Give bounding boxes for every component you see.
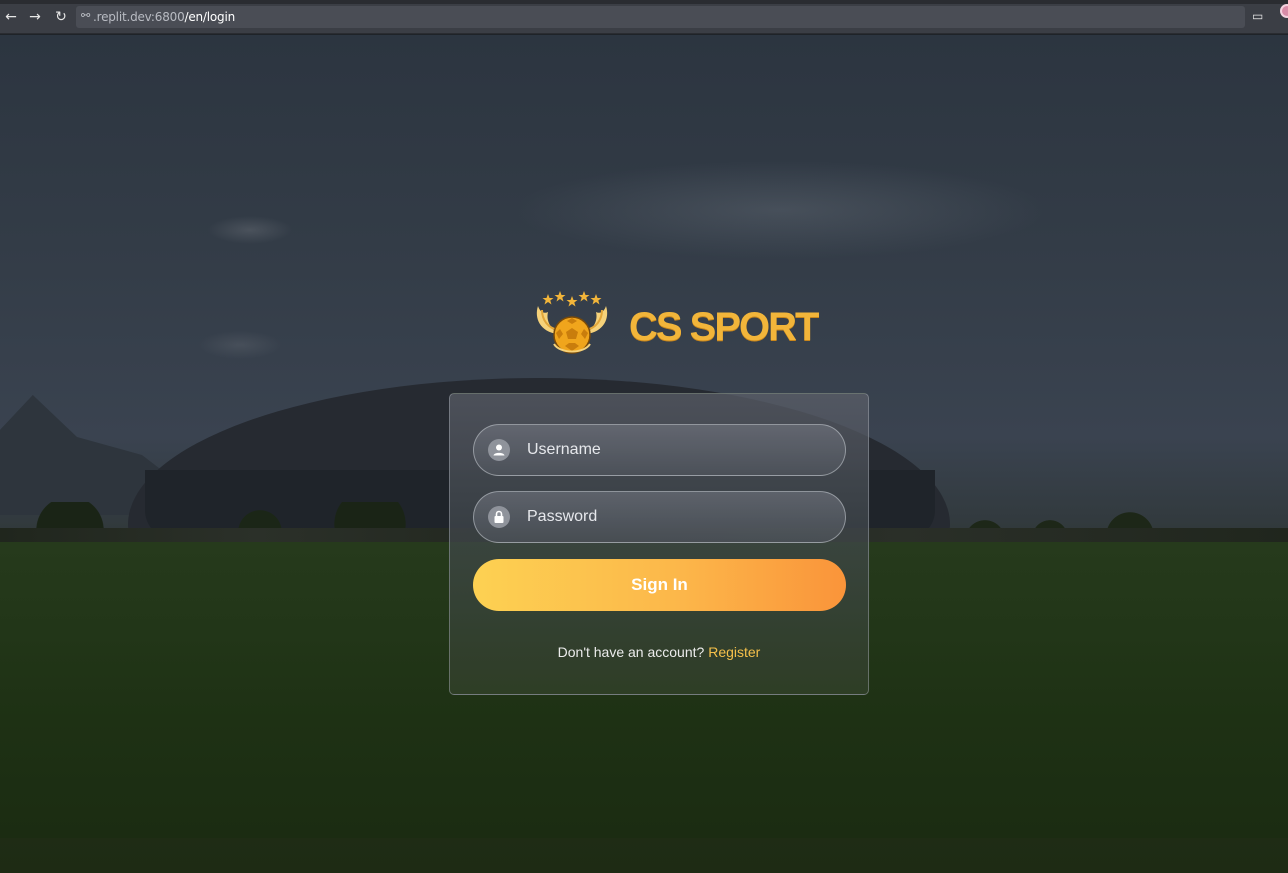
- register-prompt: Don't have an account?: [557, 644, 705, 660]
- url-text: .replit.dev:6800/en/login: [93, 10, 235, 24]
- lock-icon: [488, 506, 510, 528]
- url-path: /en/login: [184, 10, 236, 24]
- browser-toolbar: ← → ↻ ⚯ .replit.dev:6800/en/login ▭: [0, 0, 1288, 34]
- back-icon[interactable]: ←: [3, 9, 19, 25]
- reload-icon[interactable]: ↻: [53, 9, 69, 25]
- tab-strip: [0, 0, 1288, 4]
- password-field[interactable]: Password: [473, 491, 846, 543]
- address-bar[interactable]: ⚯ .replit.dev:6800/en/login: [76, 6, 1245, 28]
- password-placeholder: Password: [527, 508, 598, 525]
- register-link[interactable]: Register: [708, 644, 760, 660]
- user-icon: [488, 439, 510, 461]
- brand-name: CS SPORT: [629, 305, 819, 349]
- forward-icon[interactable]: →: [27, 9, 43, 25]
- profile-avatar[interactable]: [1280, 4, 1288, 18]
- url-host: .replit.dev:6800: [93, 10, 185, 24]
- register-prompt-row: Don't have an account? Register: [449, 644, 869, 660]
- site-info-icon[interactable]: ⚯: [81, 9, 93, 23]
- sign-in-button[interactable]: Sign In: [473, 559, 846, 611]
- username-placeholder: Username: [527, 441, 601, 458]
- username-field[interactable]: Username: [473, 424, 846, 476]
- cast-icon[interactable]: ▭: [1252, 9, 1268, 25]
- cs-sport-logo-icon: [532, 288, 612, 358]
